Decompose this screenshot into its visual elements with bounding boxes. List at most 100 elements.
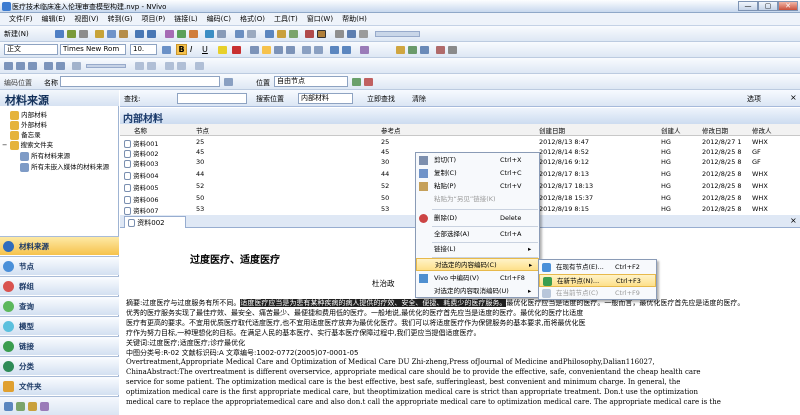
select-clip-icon[interactable] (147, 62, 156, 70)
bold-button[interactable]: B (176, 44, 187, 55)
align-center-icon[interactable] (262, 46, 271, 54)
node-icon[interactable] (177, 30, 186, 38)
tree-item-memos[interactable]: 备忘录 (10, 129, 41, 140)
overflow-icon[interactable] (16, 402, 25, 411)
edit-mode-icon[interactable] (317, 30, 326, 38)
menu-item-cut[interactable]: 剪切(T) Ctrl+X (416, 154, 539, 167)
tag-link-icon[interactable] (436, 46, 445, 54)
nav-queries[interactable]: 查询 (0, 296, 119, 315)
nav-sets[interactable]: 群组 (0, 276, 119, 295)
submenu-item-new-node[interactable]: 在新节点(N)... Ctrl+F3 (539, 274, 656, 287)
query-icon[interactable] (189, 30, 198, 38)
menu-format[interactable]: 格式(O) (240, 14, 265, 24)
menu-item-select-all[interactable]: 全部选择(A) Ctrl+A (416, 228, 539, 241)
paste-toolbar-icon[interactable] (119, 30, 128, 38)
menu-item-delete[interactable]: 删除(D) Delete (416, 212, 539, 225)
menu-project[interactable]: 项目(P) (142, 14, 166, 24)
menu-item-code-selection[interactable]: 对选定的内容编码(C) ▸ (416, 258, 539, 271)
font-select[interactable]: Times New Rom (60, 44, 126, 55)
nav-nodes[interactable]: 节点 (0, 256, 119, 275)
menu-window[interactable]: 窗口(W) (307, 14, 333, 24)
menu-links[interactable]: 链接(L) (174, 14, 197, 24)
tree-item-unembedded[interactable]: 所有未嵌入媒体的材料来源 (20, 161, 109, 172)
zoom-icon[interactable] (335, 30, 344, 38)
find-icon[interactable] (347, 30, 356, 38)
overflow-icon[interactable] (28, 402, 37, 411)
font-grow-icon[interactable] (162, 46, 171, 54)
node-name-field[interactable] (60, 76, 220, 87)
find-input[interactable] (177, 93, 247, 104)
print-icon[interactable] (79, 30, 88, 38)
selected-text[interactable]: 适度医疗应当是为患有某种疾病的病人提供的疗效、安全、便捷、耗费少的医疗服务。 (240, 299, 507, 307)
options-button[interactable]: 选项 (747, 94, 761, 104)
node-location-select[interactable]: 自由节点 (274, 76, 348, 87)
overflow-icon[interactable] (40, 402, 49, 411)
properties-icon[interactable] (67, 30, 76, 38)
maximize-button[interactable]: ▢ (758, 1, 778, 11)
column-created-by[interactable]: 创建人 (661, 125, 681, 135)
forward-icon[interactable] (56, 62, 65, 70)
menu-file[interactable]: 文件(F) (9, 14, 33, 24)
media-misc-icon[interactable] (195, 62, 204, 70)
tree-item-internals[interactable]: 内部材料 (10, 109, 47, 120)
copy-toolbar-icon[interactable] (107, 30, 116, 38)
nav-links[interactable]: 链接 (0, 336, 119, 355)
highlight-icon[interactable] (289, 30, 298, 38)
overflow-icon[interactable] (4, 402, 13, 411)
expand-icon[interactable]: − (2, 141, 7, 149)
annotation-icon[interactable] (305, 30, 314, 38)
underline-button[interactable]: U (202, 45, 208, 54)
chart-icon[interactable] (205, 30, 214, 38)
indent-icon[interactable] (330, 46, 339, 54)
mark-clip-icon[interactable] (135, 62, 144, 70)
undo-icon[interactable] (135, 30, 144, 38)
font-color-icon[interactable] (232, 46, 241, 54)
menu-code[interactable]: 编码(C) (207, 14, 231, 24)
nav-classifications[interactable]: 分类 (0, 356, 119, 375)
volume-slider[interactable] (86, 64, 126, 68)
links-icon[interactable] (165, 30, 174, 38)
view-icon[interactable] (235, 30, 244, 38)
menu-goto[interactable]: 转到(G) (108, 14, 133, 24)
tag-misc-icon[interactable] (448, 46, 457, 54)
play-icon[interactable] (4, 62, 13, 70)
nav-folders[interactable]: 文件夹 (0, 376, 119, 395)
transcript-icon[interactable] (177, 62, 186, 70)
column-created-on[interactable]: 创建日期 (539, 125, 565, 135)
search-in-dropdown[interactable]: 搜索位置 (256, 94, 284, 104)
tree-item-externals[interactable]: 外部材料 (10, 119, 47, 130)
style-select[interactable]: 正文 (4, 44, 58, 55)
menu-item-copy[interactable]: 复制(C) Ctrl+C (416, 167, 539, 180)
submenu-item-current-nodes[interactable]: 在当前节点(C) Ctrl+F9 (539, 287, 656, 300)
align-left-icon[interactable] (250, 46, 259, 54)
search-in-field[interactable]: 内部材料 (298, 93, 353, 104)
tab-document[interactable]: 资料002 (124, 216, 186, 228)
tree-item-all-sources[interactable]: 所有材料来源 (20, 150, 70, 161)
layout-icon[interactable] (247, 30, 256, 38)
menu-view[interactable]: 视图(V) (74, 14, 98, 24)
table-row[interactable]: 资料001 25 25 2012/8/13 8:47 HG 2012/8/27 … (120, 137, 800, 148)
volume-icon[interactable] (72, 62, 81, 70)
clear-button[interactable]: 清除 (412, 94, 426, 104)
menu-item-links[interactable]: 链接(L) ▸ (416, 243, 539, 256)
replace-icon[interactable] (359, 30, 368, 38)
table-icon[interactable] (360, 46, 369, 54)
tree-item-search-folders[interactable]: − 搜索文件夹 (2, 139, 53, 150)
stop-icon[interactable] (28, 62, 37, 70)
column-references[interactable]: 参考点 (381, 125, 401, 135)
code-icon[interactable] (352, 78, 361, 86)
tag-view-icon[interactable] (420, 46, 429, 54)
cut-toolbar-icon[interactable] (95, 30, 104, 38)
numbering-icon[interactable] (314, 46, 323, 54)
minimize-button[interactable]: — (738, 1, 758, 11)
menu-help[interactable]: 帮助(H) (342, 14, 367, 24)
italic-button[interactable]: I (190, 45, 192, 54)
tag-node-icon[interactable] (408, 46, 417, 54)
redo-icon[interactable] (147, 30, 156, 38)
align-right-icon[interactable] (274, 46, 283, 54)
bullets-icon[interactable] (302, 46, 311, 54)
detail-view-icon[interactable] (265, 30, 274, 38)
find-now-button[interactable]: 立即查找 (367, 94, 395, 104)
menu-item-paste-see-also[interactable]: 粘贴为“另见”链接(K) (416, 193, 539, 206)
nav-models[interactable]: 模型 (0, 316, 119, 335)
